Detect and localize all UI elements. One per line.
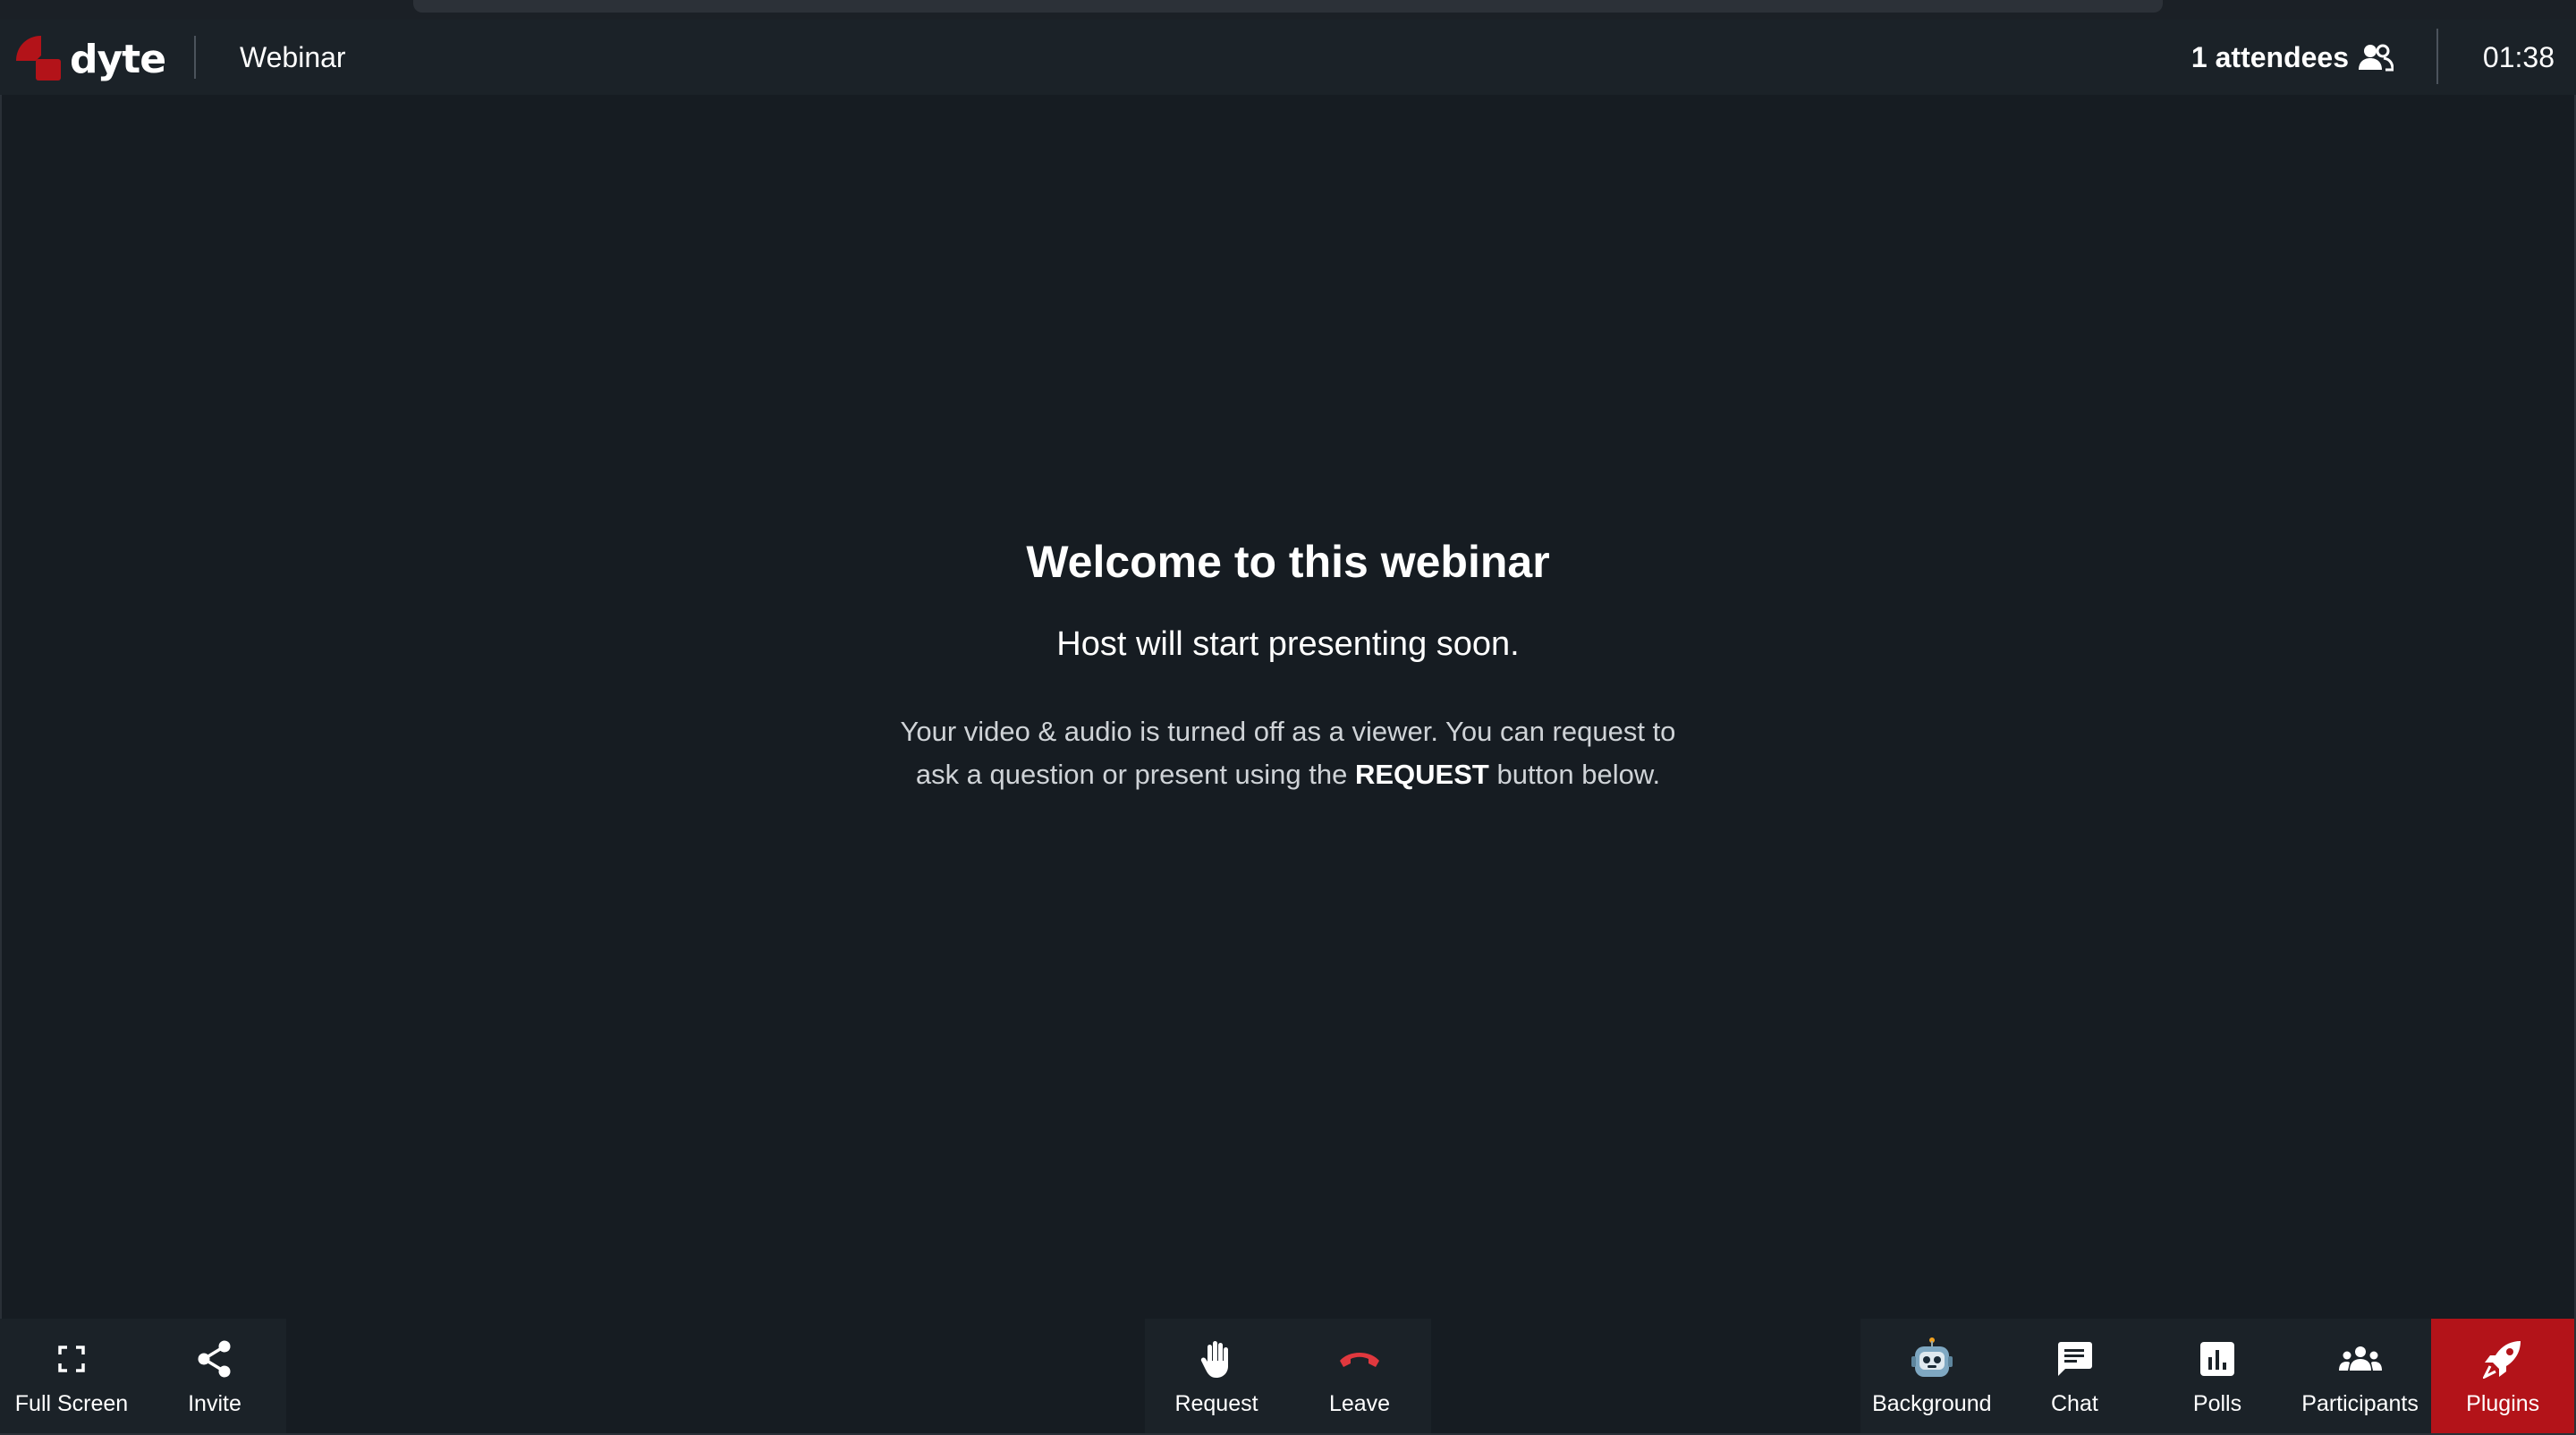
stage-area: Welcome to this webinar Host will start … — [0, 95, 2576, 1319]
request-button[interactable]: Request — [1145, 1319, 1288, 1433]
rocket-icon — [2483, 1340, 2521, 1379]
desc-line-2-pre: ask a question or present using the — [915, 758, 1355, 790]
fullscreen-icon — [58, 1345, 85, 1372]
window-handle — [413, 0, 2163, 13]
welcome-description: Your video & audio is turned off as a vi… — [894, 710, 1682, 796]
people-icon — [2359, 44, 2394, 72]
polls-label: Polls — [2192, 1390, 2242, 1416]
attendees-count[interactable]: 1 attendees — [2191, 38, 2394, 77]
fullscreen-label: Full Screen — [14, 1390, 129, 1416]
brand-name: dyte — [70, 36, 166, 82]
chat-icon — [2058, 1341, 2093, 1376]
header-bar: dyte Webinar 1 attendees 01:38 — [0, 20, 2576, 95]
desc-line-1: Your video & audio is turned off as a vi… — [900, 715, 1676, 747]
invite-label: Invite — [188, 1390, 242, 1416]
request-keyword: REQUEST — [1354, 758, 1489, 790]
share-icon — [198, 1340, 231, 1377]
brand-logo: dyte — [14, 32, 166, 86]
plugins-button[interactable]: Plugins — [2431, 1319, 2574, 1433]
robot-icon — [1911, 1337, 1953, 1377]
meeting-title: Webinar — [240, 41, 346, 73]
plugins-label: Plugins — [2466, 1390, 2540, 1416]
participants-button[interactable]: Participants — [2289, 1319, 2432, 1433]
background-button[interactable]: Background — [1860, 1319, 2004, 1433]
welcome-title: Welcome to this webinar — [1026, 536, 1550, 587]
right-controls: Background Chat Polls Participants Plugi… — [1860, 1319, 2574, 1433]
center-controls: Request Leave — [1145, 1319, 1431, 1433]
header-divider — [194, 36, 196, 79]
left-controls: Full Screen Invite — [0, 1319, 286, 1433]
window-top-strip — [0, 0, 2576, 20]
participants-label: Participants — [2301, 1390, 2419, 1416]
request-label: Request — [1174, 1390, 1258, 1416]
invite-button[interactable]: Invite — [143, 1319, 286, 1433]
chat-button[interactable]: Chat — [2004, 1319, 2147, 1433]
participants-icon — [2338, 1346, 2382, 1371]
fullscreen-button[interactable]: Full Screen — [0, 1319, 143, 1433]
leave-button[interactable]: Leave — [1288, 1319, 1431, 1433]
dyte-logo-icon — [16, 36, 61, 81]
desc-line-2-post: button below. — [1488, 758, 1661, 790]
background-label: Background — [1872, 1390, 1992, 1416]
hangup-icon — [1340, 1352, 1379, 1367]
session-timer: 01:38 — [2482, 41, 2555, 73]
polls-button[interactable]: Polls — [2146, 1319, 2289, 1433]
welcome-subtitle: Host will start presenting soon. — [1056, 624, 1520, 663]
header-divider-right — [2436, 29, 2438, 84]
chat-label: Chat — [2050, 1390, 2098, 1416]
poll-icon — [2199, 1341, 2234, 1376]
leave-label: Leave — [1328, 1390, 1391, 1416]
hand-icon — [1200, 1340, 1228, 1378]
attendees-label: 1 attendees — [2190, 40, 2349, 73]
